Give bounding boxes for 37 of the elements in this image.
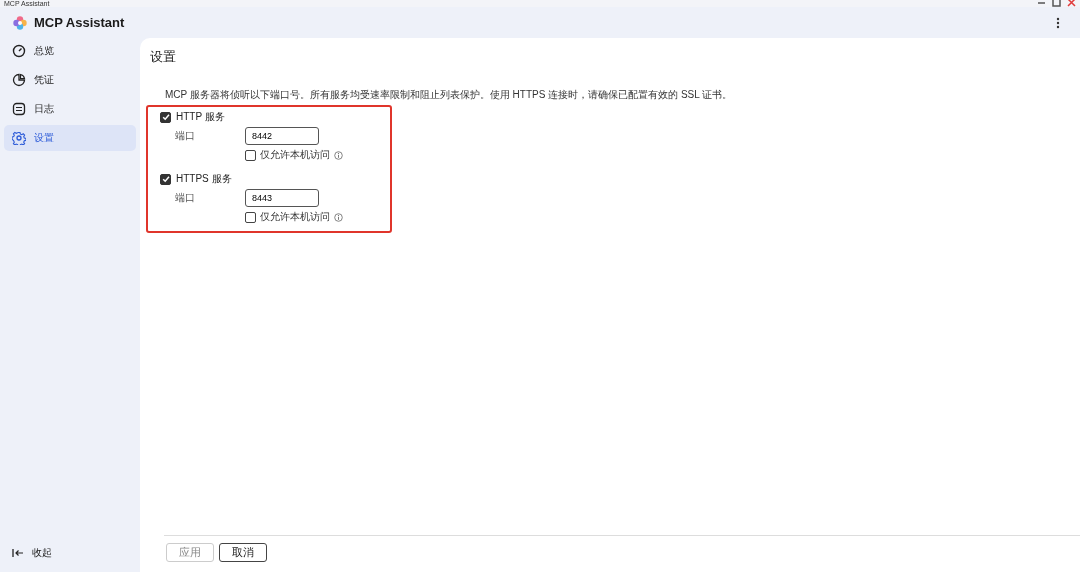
port-field[interactable]: 8443: [245, 189, 319, 207]
gauge-icon: [12, 44, 26, 58]
sidebar-item[interactable]: 凭证: [4, 67, 136, 93]
sidebar-item[interactable]: 日志: [4, 96, 136, 122]
footer-button[interactable]: 取消: [219, 542, 267, 562]
port-label: 端口: [175, 191, 196, 205]
description-text: MCP 服务器将侦听以下端口号。所有服务均受速率限制和阻止列表保护。使用 HTTPS 连接时，请确保已配置有效的 SSL 证书。: [165, 88, 734, 102]
service-checkbox[interactable]: HTTP 服务: [160, 110, 225, 124]
app-name: MCP Assistant: [34, 15, 125, 30]
service-checkbox[interactable]: HTTPS 服务: [160, 172, 232, 186]
port-field[interactable]: 8442: [245, 127, 319, 145]
collapse-arrow-icon: [12, 548, 24, 558]
checkbox-label: 仅允许本机访问: [260, 148, 330, 162]
check-icon: [161, 113, 170, 121]
pie-chart-icon: [12, 73, 26, 87]
settings-icon: [12, 131, 26, 145]
page-title: 设置: [150, 48, 177, 66]
list-icon: [12, 102, 26, 116]
kebab-icon: [1056, 16, 1060, 29]
sidebar-item[interactable]: 总览: [4, 38, 136, 64]
checkbox[interactable]: [160, 173, 171, 185]
sidebar-item[interactable]: 设置: [4, 125, 136, 151]
close-icon: [1067, 0, 1076, 7]
check-icon: [161, 175, 170, 183]
minimize-icon: [1037, 0, 1046, 7]
checkbox[interactable]: [160, 111, 171, 123]
collapse-button[interactable]: 收起: [4, 544, 60, 562]
maximize-icon: [1052, 0, 1061, 7]
info-icon: [334, 150, 343, 160]
service-label: HTTPS 服务: [176, 172, 232, 186]
checkbox[interactable]: [245, 149, 256, 161]
checkbox[interactable]: [245, 211, 256, 223]
info-icon: [334, 212, 343, 222]
flower-logo-icon: [12, 14, 28, 31]
port-label: 端口: [175, 129, 196, 143]
checkbox-label: 仅允许本机访问: [260, 210, 330, 224]
service-label: HTTP 服务: [176, 110, 225, 124]
